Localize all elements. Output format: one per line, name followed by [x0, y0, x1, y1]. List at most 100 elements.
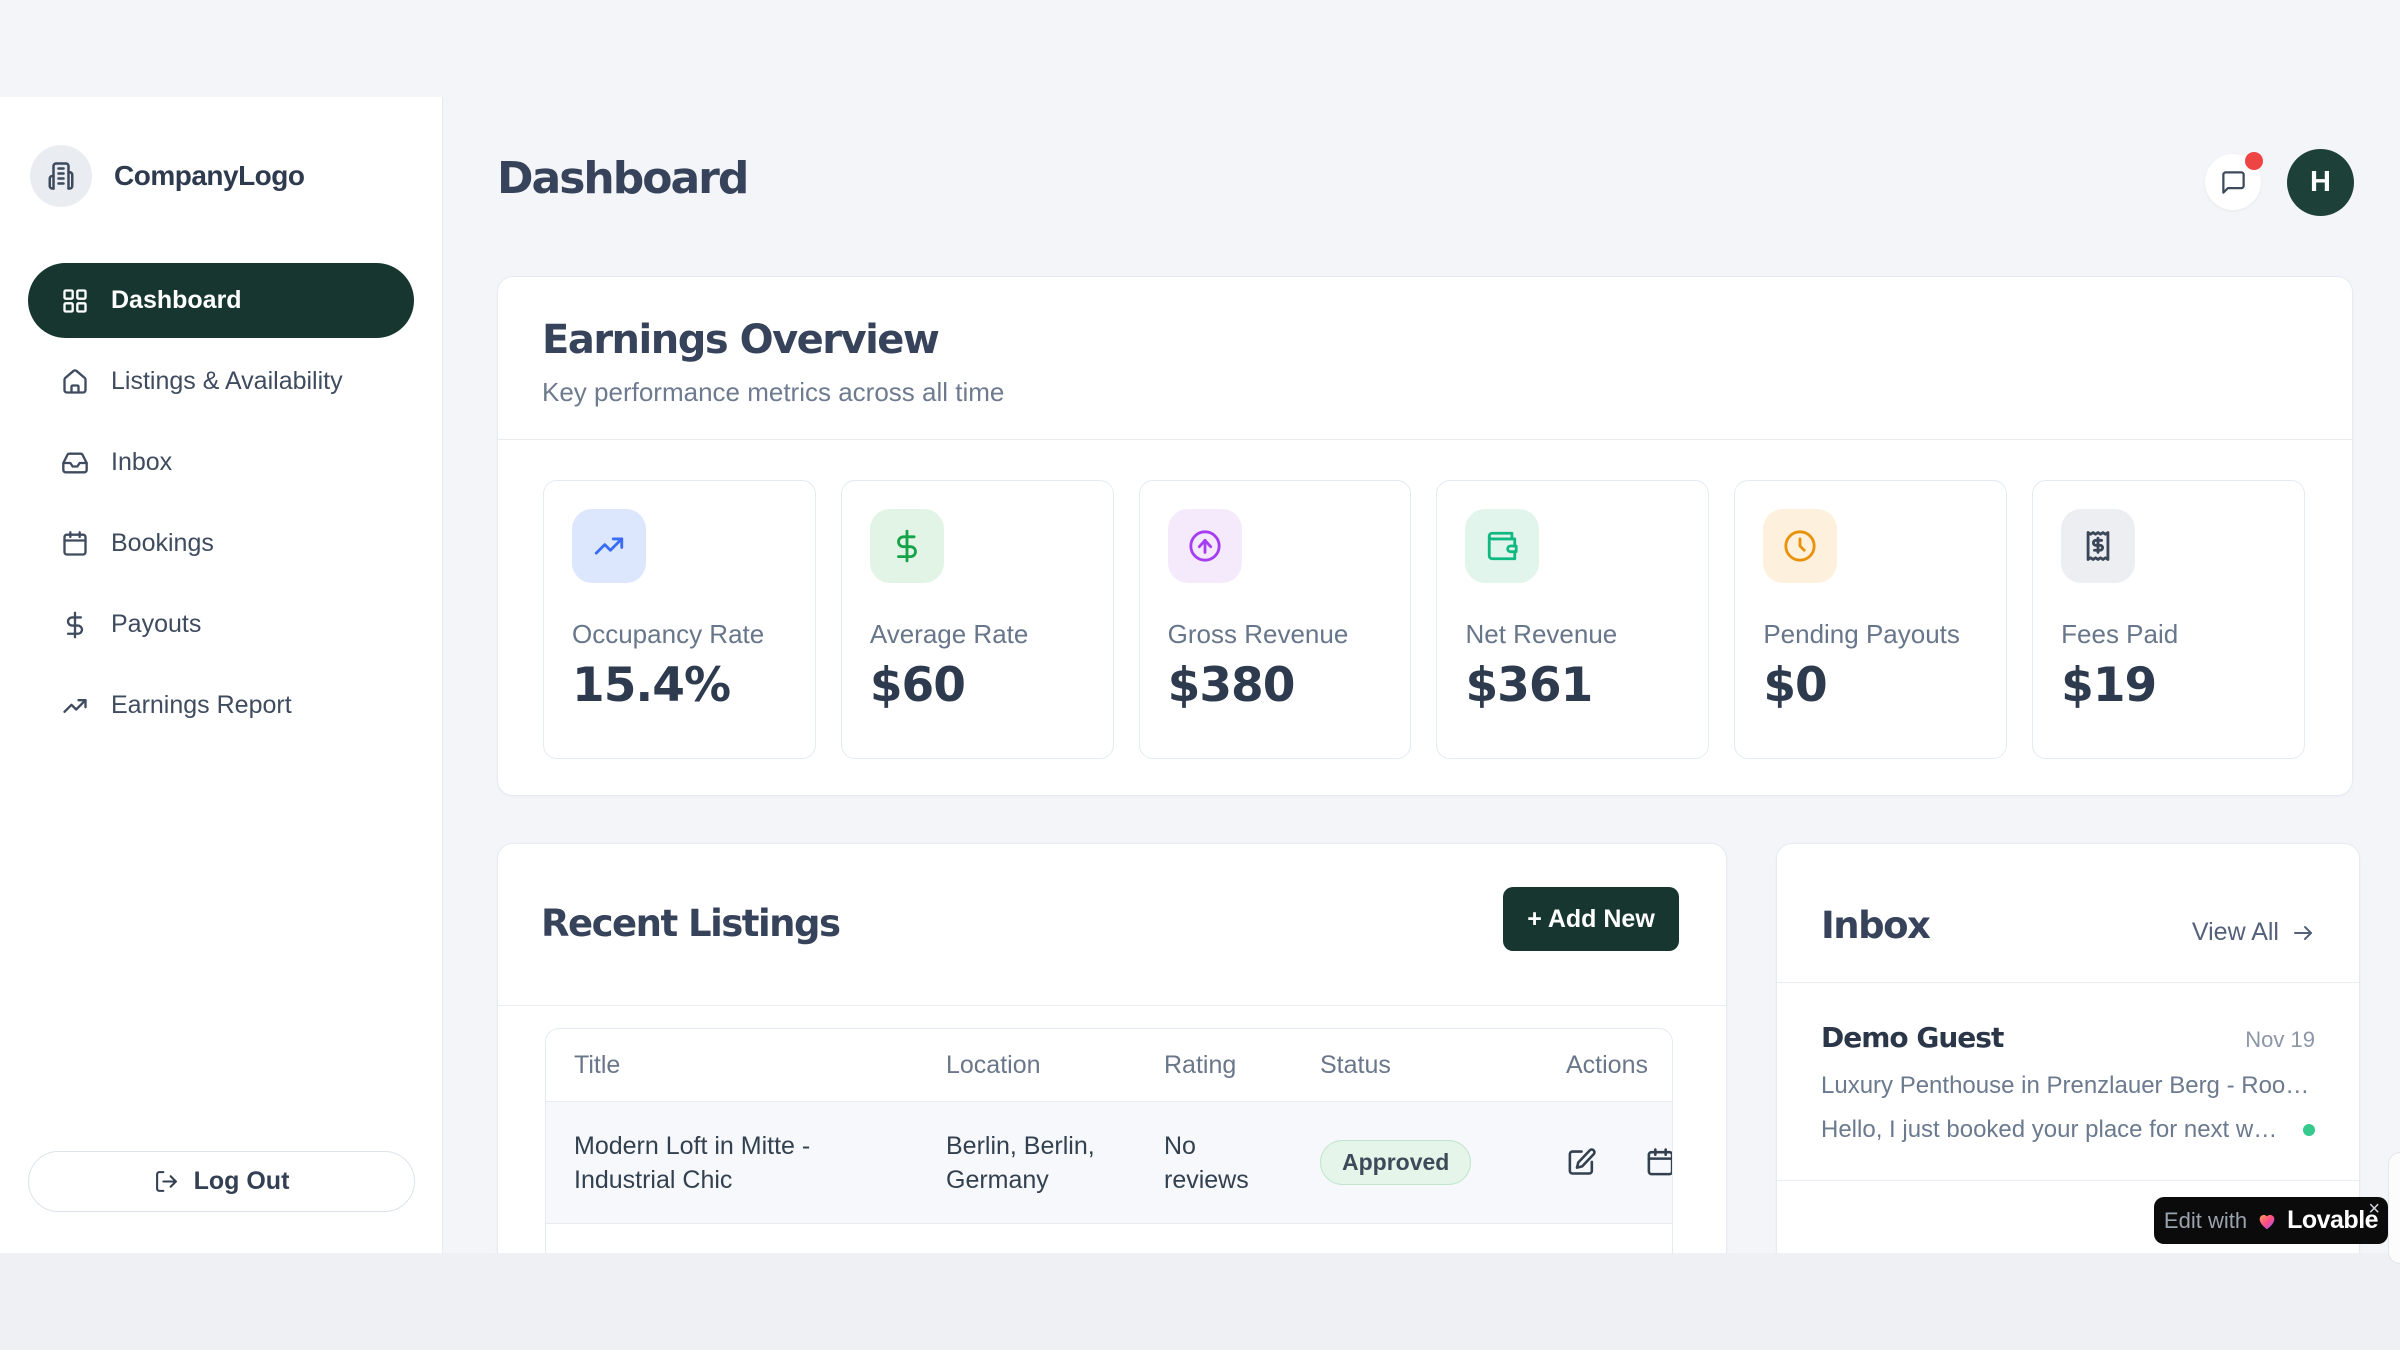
earnings-subtitle: Key performance metrics across all time [542, 377, 2308, 408]
grid-icon [61, 287, 89, 315]
message-sender: Demo Guest [1821, 1021, 2003, 1054]
heart-icon [2256, 1210, 2278, 1232]
view-all-link[interactable]: View All [2192, 918, 2315, 947]
edit-icon[interactable] [1566, 1147, 1597, 1178]
column-header-status: Status [1320, 1051, 1566, 1080]
message-bubble-icon [2220, 169, 2247, 196]
metrics-row: Occupancy Rate 15.4% Average Rate $60 [543, 480, 2305, 759]
close-icon[interactable]: × [2368, 1199, 2380, 1219]
edit-with-lovable-badge[interactable]: Edit with Lovable × [2154, 1197, 2388, 1244]
page-title: Dashboard [497, 153, 747, 204]
column-header-title: Title [546, 1051, 946, 1080]
metric-value: $19 [2061, 658, 2276, 713]
recent-listings-card: Recent Listings + Add New Title Location… [497, 843, 1727, 1253]
log-out-icon [154, 1169, 179, 1194]
sidebar-item-listings[interactable]: Listings & Availability [28, 344, 414, 419]
app-viewport: CompanyLogo Dashboard Listings & Availab… [0, 0, 2400, 1253]
status-badge: Approved [1320, 1140, 1471, 1186]
metric-iconbox [572, 509, 646, 583]
message-subject: Luxury Penthouse in Prenzlauer Berg - Ro… [1821, 1072, 2315, 1100]
clock-icon [1783, 529, 1817, 563]
earnings-title: Earnings Overview [542, 317, 2308, 363]
sidebar-item-label: Earnings Report [111, 691, 292, 720]
metric-value: $380 [1168, 658, 1383, 713]
listing-title-cell: Modern Loft in Mitte - Industrial Chic [546, 1129, 946, 1197]
sidebar-item-label: Bookings [111, 529, 214, 558]
metric-iconbox [1763, 509, 1837, 583]
sidebar-nav: Dashboard Listings & Availability Inbox [28, 263, 414, 749]
metric-label: Occupancy Rate [572, 619, 787, 650]
listings-table: Title Location Rating Status Actions Mod… [545, 1028, 1673, 1253]
inbox-message-item[interactable]: Demo Guest Nov 19 Luxury Penthouse in Pr… [1777, 983, 2359, 1181]
table-row: Modern Loft in Mitte - Industrial Chic B… [546, 1101, 1672, 1224]
divider [498, 1005, 1726, 1006]
sidebar-item-dashboard[interactable]: Dashboard [28, 263, 414, 338]
arrow-up-circle-icon [1188, 529, 1222, 563]
metric-card-gross-revenue: Gross Revenue $380 [1139, 480, 1412, 759]
table-header-row: Title Location Rating Status Actions [546, 1029, 1672, 1101]
message-date: Nov 19 [2245, 1027, 2315, 1053]
message-preview-row: Hello, I just booked your place for next… [1821, 1116, 2315, 1144]
sidebar-item-label: Listings & Availability [111, 367, 343, 396]
metric-value: $361 [1465, 658, 1680, 713]
logout-button[interactable]: Log Out [28, 1151, 415, 1212]
brand-logo-circle [30, 145, 92, 207]
inbox-card: Inbox View All Demo Guest Nov 19 Luxury … [1776, 843, 2360, 1253]
scrollbar-thumb[interactable] [2388, 1152, 2400, 1264]
metric-value: $60 [870, 658, 1085, 713]
inbox-title: Inbox [1821, 904, 1929, 947]
message-header: Demo Guest Nov 19 [1821, 1021, 2315, 1054]
metric-card-occupancy-rate: Occupancy Rate 15.4% [543, 480, 816, 759]
user-avatar[interactable]: H [2287, 149, 2354, 216]
calendar-icon[interactable] [1645, 1147, 1673, 1178]
inbox-tray-icon [61, 449, 89, 477]
metric-card-average-rate: Average Rate $60 [841, 480, 1114, 759]
recent-listings-title: Recent Listings [541, 902, 840, 945]
divider [498, 439, 2352, 440]
column-header-actions: Actions [1566, 1051, 1673, 1080]
lovable-brand: Lovable [2287, 1206, 2378, 1235]
metric-value: $0 [1763, 658, 1978, 713]
sidebar-item-earnings-report[interactable]: Earnings Report [28, 668, 414, 743]
building-icon [46, 161, 76, 191]
arrow-right-icon [2291, 921, 2315, 945]
logout-label: Log Out [194, 1167, 290, 1196]
trending-up-icon [61, 692, 89, 720]
metric-card-pending-payouts: Pending Payouts $0 [1734, 480, 2007, 759]
metric-label: Net Revenue [1465, 619, 1680, 650]
metric-label: Gross Revenue [1168, 619, 1383, 650]
listing-status-cell: Approved [1320, 1140, 1566, 1186]
dollar-icon [890, 529, 924, 563]
column-header-rating: Rating [1164, 1051, 1320, 1080]
metric-label: Average Rate [870, 619, 1085, 650]
metric-iconbox [1168, 509, 1242, 583]
metric-iconbox [870, 509, 944, 583]
message-preview: Hello, I just booked your place for next… [1821, 1116, 2289, 1144]
sidebar-item-label: Payouts [111, 610, 201, 639]
listing-location-cell: Berlin, Berlin, Germany [946, 1129, 1164, 1197]
sidebar-item-label: Inbox [111, 448, 172, 477]
sidebar: CompanyLogo Dashboard Listings & Availab… [0, 97, 443, 1253]
brand-name: CompanyLogo [114, 160, 305, 192]
table-row-partial [546, 1224, 1672, 1253]
metric-card-net-revenue: Net Revenue $361 [1436, 480, 1709, 759]
screen: CompanyLogo Dashboard Listings & Availab… [0, 0, 2400, 1350]
sidebar-item-inbox[interactable]: Inbox [28, 425, 414, 500]
metric-iconbox [2061, 509, 2135, 583]
sidebar-item-payouts[interactable]: Payouts [28, 587, 414, 662]
listing-actions-cell [1566, 1147, 1673, 1178]
wallet-icon [1485, 529, 1519, 563]
home-icon [61, 368, 89, 396]
receipt-icon [2081, 529, 2115, 563]
sidebar-item-bookings[interactable]: Bookings [28, 506, 414, 581]
metric-value: 15.4% [572, 658, 787, 713]
notification-dot [2245, 152, 2263, 170]
view-all-label: View All [2192, 918, 2279, 947]
brand: CompanyLogo [30, 145, 305, 207]
dollar-icon [61, 611, 89, 639]
calendar-icon [61, 530, 89, 558]
add-new-button[interactable]: + Add New [1503, 887, 1679, 951]
metric-iconbox [1465, 509, 1539, 583]
metric-card-fees-paid: Fees Paid $19 [2032, 480, 2305, 759]
lovable-prefix: Edit with [2164, 1208, 2247, 1234]
